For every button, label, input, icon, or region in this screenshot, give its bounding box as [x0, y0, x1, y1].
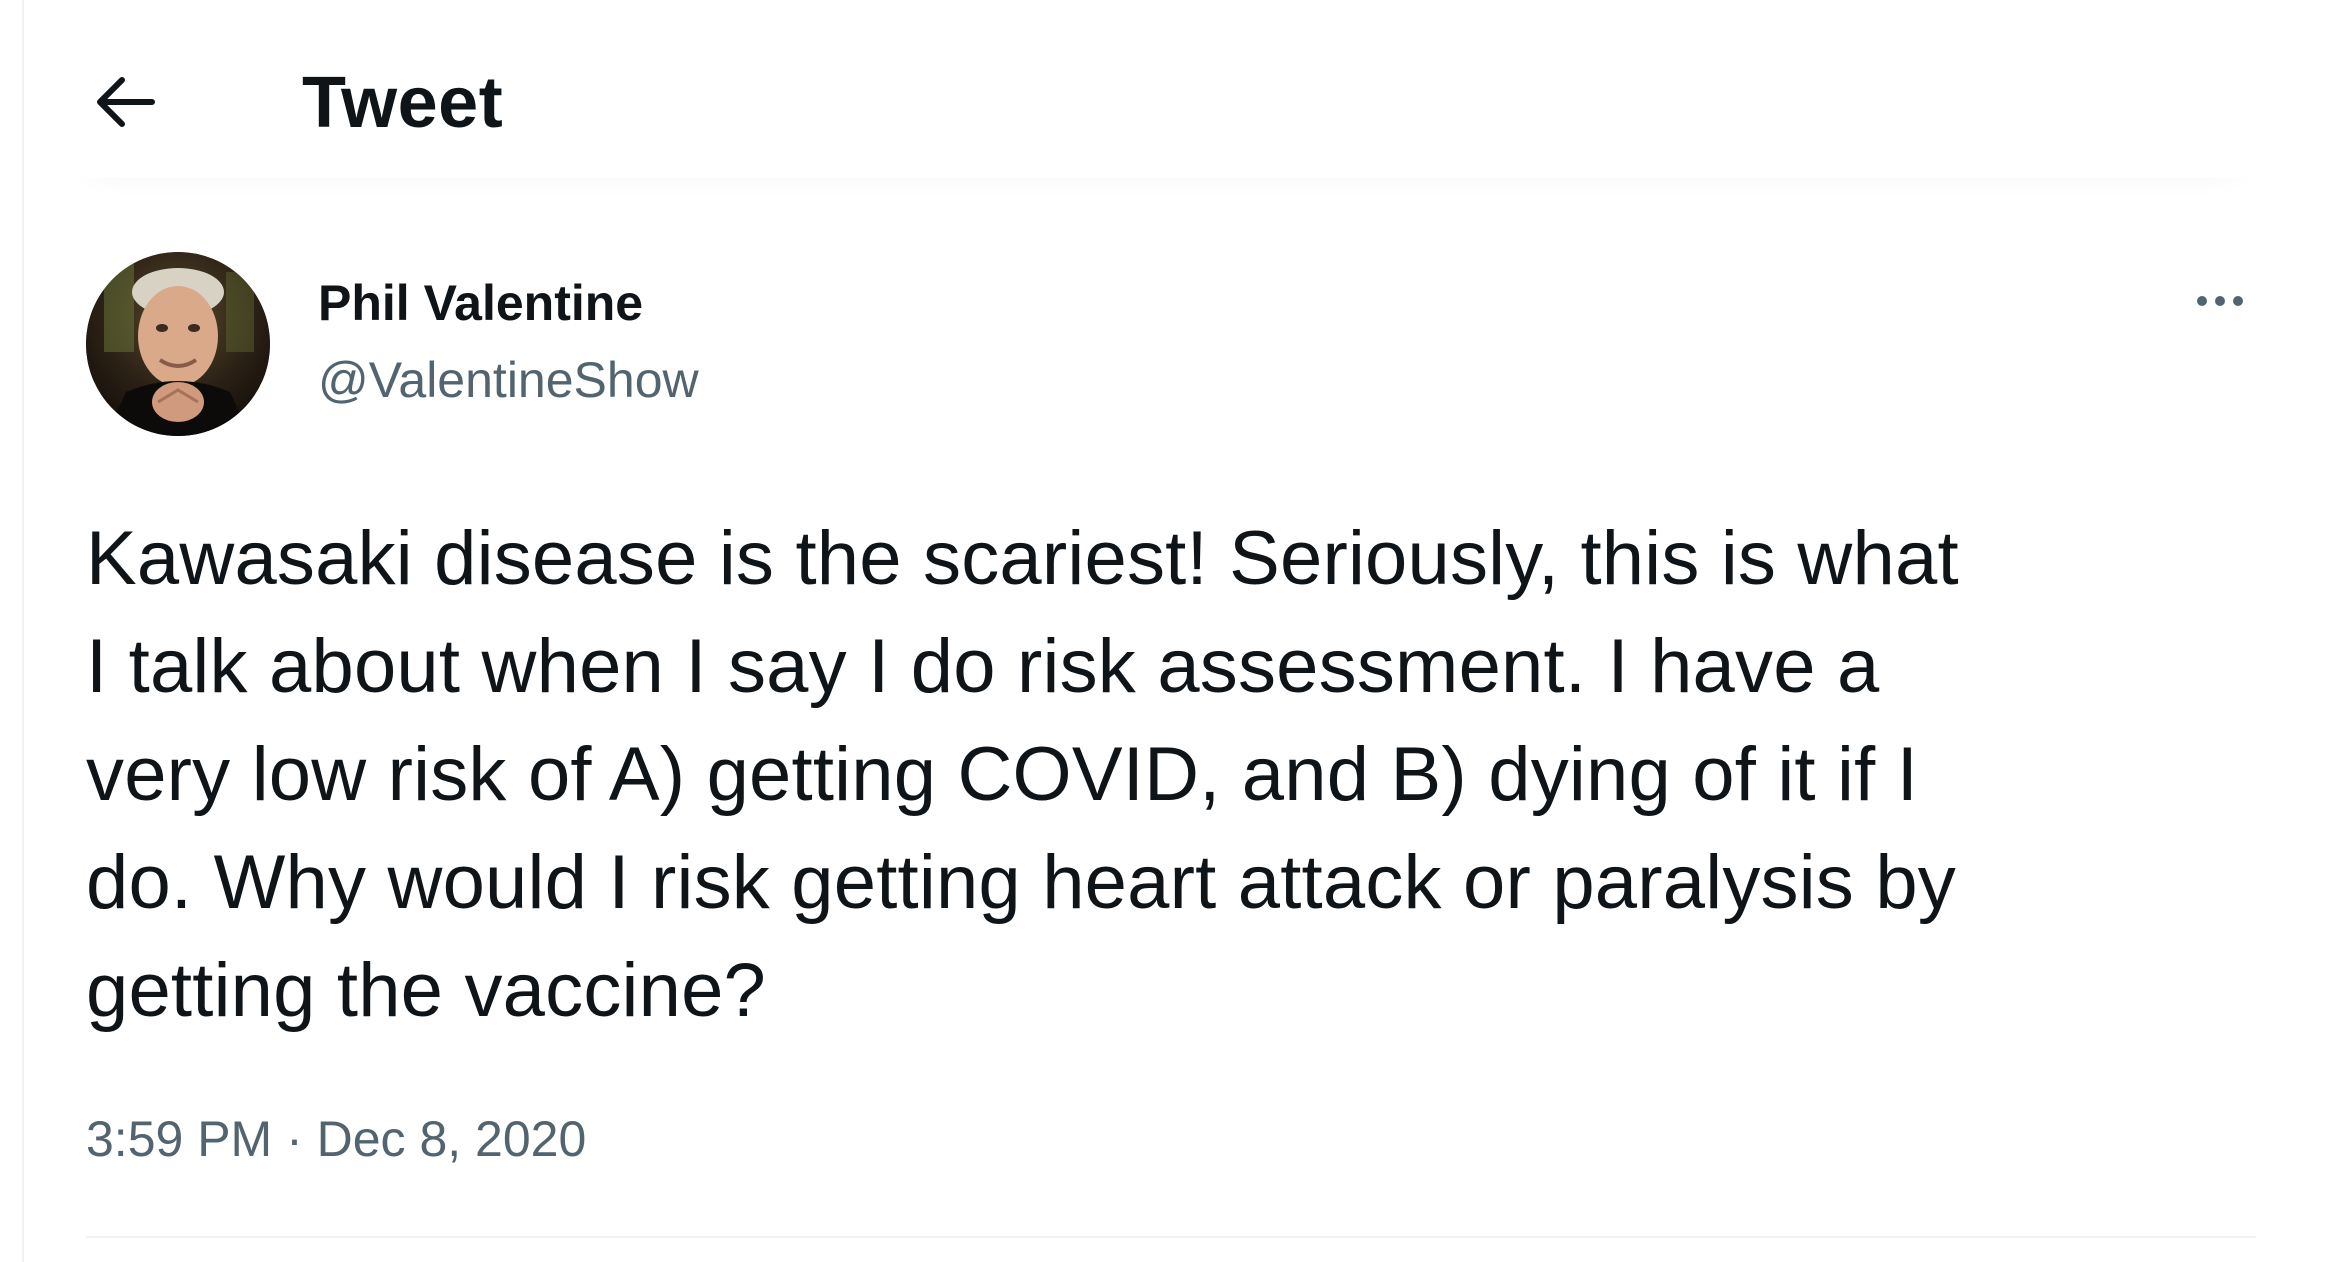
more-dots-icon [2197, 296, 2243, 306]
tweet-text: Kawasaki disease is the scariest! Seriou… [86, 516, 1959, 1033]
tweet-timestamp[interactable]: 3:59 PM · Dec 8, 2020 [86, 1106, 586, 1172]
arrow-left-icon [97, 77, 155, 127]
avatar[interactable] [86, 252, 270, 436]
author-display-name[interactable]: Phil Valentine [318, 270, 643, 336]
author-handle[interactable]: @ValentineShow [318, 347, 699, 413]
page-title: Tweet [302, 63, 504, 143]
divider [86, 1236, 2256, 1238]
profile-photo [86, 252, 270, 436]
back-button[interactable] [80, 58, 170, 148]
more-options-button[interactable] [2170, 265, 2270, 335]
